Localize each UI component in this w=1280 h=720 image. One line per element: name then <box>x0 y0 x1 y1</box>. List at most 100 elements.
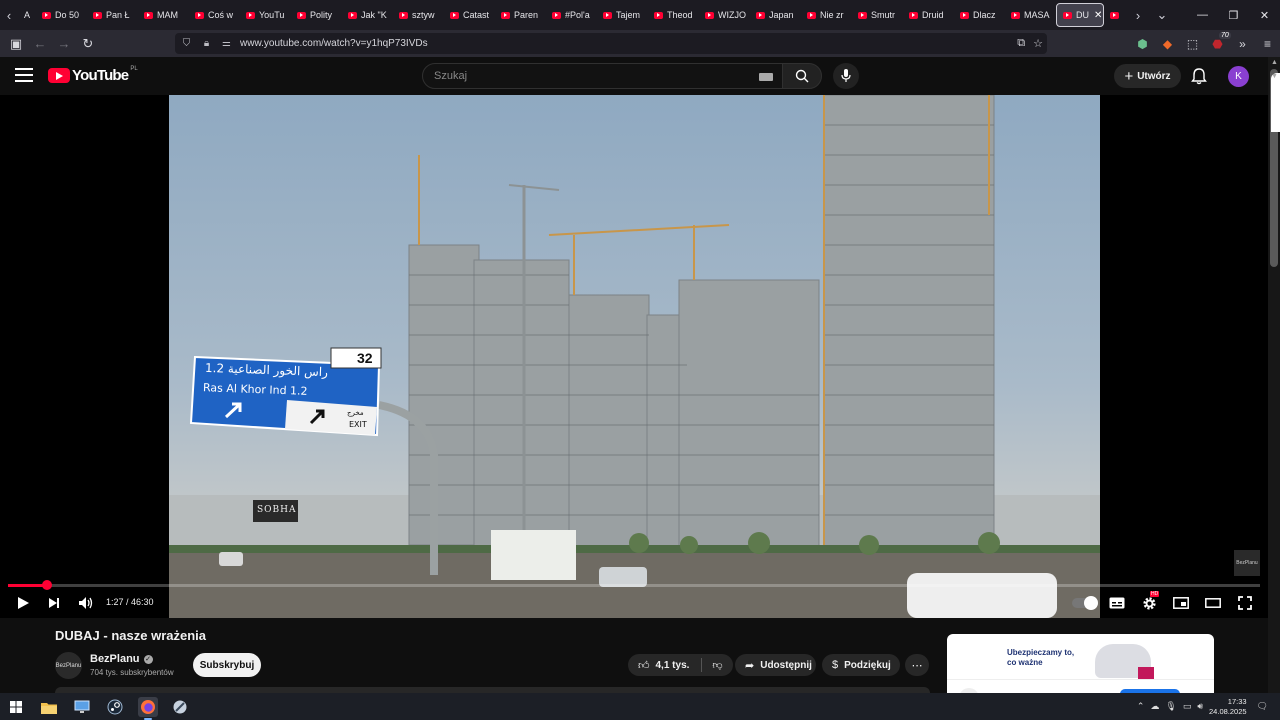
browser-tab[interactable]: Theod <box>648 3 699 27</box>
voice-search-button[interactable] <box>833 63 859 89</box>
sidebar-ad[interactable]: Ubezpieczamy to, co ważne <box>947 634 1214 693</box>
shield-extension-icon[interactable]: ⬢ <box>1130 37 1155 51</box>
tabs-scroll-left-icon[interactable]: ‹ <box>0 0 18 30</box>
video-frame[interactable]: راس الخور الصناعية 1.2 Ras Al Khor Ind 1… <box>169 95 1100 618</box>
page-scrollbar[interactable]: ▲ ▼ <box>1268 57 1280 693</box>
tray-overflow-icon[interactable]: ⌃ <box>1137 701 1145 712</box>
close-window-icon[interactable]: ✕ <box>1249 0 1280 30</box>
browser-tab-partial-right[interactable] <box>1104 3 1122 27</box>
settings-button[interactable]: HD <box>1139 591 1160 613</box>
browser-tab[interactable]: Paren <box>495 3 546 27</box>
tabs-scroll-right-icon[interactable]: › <box>1126 8 1150 23</box>
share-button[interactable]: ➦ Udostępnij <box>735 654 816 676</box>
scroll-down-icon[interactable]: ▼ <box>1271 73 1280 132</box>
progress-bar[interactable] <box>8 580 1260 590</box>
extensions-puzzle-icon[interactable]: ⬚ <box>1180 37 1205 51</box>
guide-menu-icon[interactable] <box>15 68 33 82</box>
browser-tab[interactable]: YouTu <box>240 3 291 27</box>
browser-tab[interactable]: Nie zr <box>801 3 852 27</box>
verified-check-icon: ✓ <box>143 654 153 664</box>
browser-tab[interactable]: Polity <box>291 3 342 27</box>
browser-tab[interactable]: Coś w <box>189 3 240 27</box>
subtitles-button[interactable] <box>1107 593 1127 613</box>
scroll-up-icon[interactable]: ▲ <box>1271 59 1278 66</box>
keyboard-icon[interactable] <box>759 73 773 81</box>
microphone-icon <box>841 69 851 82</box>
bookmark-star-icon[interactable]: ☆ <box>1033 37 1043 50</box>
browser-tab[interactable]: Do 50 <box>36 3 87 27</box>
remote-desktop-icon[interactable] <box>72 697 92 717</box>
channel-name[interactable]: BezPlanu <box>90 653 140 665</box>
tab-label: Polity <box>310 10 333 20</box>
youtube-logo[interactable]: YouTube PL <box>48 66 138 84</box>
browser-tab-active[interactable]: DU ✕ <box>1056 3 1104 27</box>
more-actions-button[interactable]: ⋯ <box>905 654 929 676</box>
start-windows-icon[interactable] <box>6 697 26 717</box>
browser-tab[interactable]: Catast <box>444 3 495 27</box>
browser-tab[interactable]: Japan <box>750 3 801 27</box>
search-button[interactable] <box>782 63 822 89</box>
autoplay-toggle[interactable] <box>1072 596 1098 610</box>
browser-tab[interactable]: MASA <box>1005 3 1056 27</box>
search-box[interactable]: Szukaj <box>422 63 783 89</box>
browser-tab[interactable]: #Pol'a <box>546 3 597 27</box>
tab-close-icon[interactable]: ✕ <box>1094 10 1102 21</box>
reload-icon[interactable]: ↻ <box>76 30 100 57</box>
thumbs-up-icon[interactable]: 👍︎ <box>638 659 650 672</box>
app-tool-icon[interactable] <box>170 697 190 717</box>
browser-tab[interactable]: Dlacz <box>954 3 1005 27</box>
browser-tab[interactable]: WIZJO <box>699 3 750 27</box>
picture-in-picture-icon[interactable]: ⧉ <box>1017 37 1025 50</box>
browser-tab[interactable]: Pan Ł <box>87 3 138 27</box>
thanks-button[interactable]: $ Podziękuj <box>822 654 900 676</box>
list-all-tabs-icon[interactable]: ⌄ <box>1150 7 1174 23</box>
like-count[interactable]: 4,1 tys. <box>656 660 690 671</box>
sidebar-toggle-icon[interactable]: ▣ <box>4 30 28 57</box>
theater-mode-button[interactable] <box>1203 593 1223 613</box>
browser-tab[interactable]: Smutr <box>852 3 903 27</box>
onedrive-icon[interactable]: ☁ <box>1150 701 1159 712</box>
firefox-icon[interactable] <box>138 697 158 720</box>
app-menu-icon[interactable]: ≡ <box>1255 37 1280 51</box>
channel-watermark[interactable]: BezPlanu <box>1234 550 1260 576</box>
lock-icon[interactable]: 🔒︎ <box>198 38 215 49</box>
steam-icon[interactable] <box>105 697 125 717</box>
fullscreen-button[interactable] <box>1235 593 1255 613</box>
video-player[interactable]: راس الخور الصناعية 1.2 Ras Al Khor Ind 1… <box>0 95 1268 618</box>
fox-extension-icon[interactable]: ◆ <box>1155 37 1180 51</box>
thumbs-down-icon[interactable]: 👎︎ <box>712 659 722 671</box>
restore-icon[interactable]: ❐ <box>1218 0 1249 30</box>
subscribe-button[interactable]: Subskrybuj <box>193 653 261 677</box>
url-text[interactable]: www.youtube.com/watch?v=y1hqP73IVDs <box>240 38 428 49</box>
browser-tab[interactable]: Tajem <box>597 3 648 27</box>
next-button[interactable] <box>44 593 64 613</box>
minimize-icon[interactable]: — <box>1187 0 1218 30</box>
account-avatar[interactable]: K <box>1228 66 1249 87</box>
address-bar[interactable]: ⛉ 🔒︎ ⚌ www.youtube.com/watch?v=y1hqP73IV… <box>175 33 1047 54</box>
microphone-tray-icon[interactable]: 🎙︎ <box>1165 701 1176 712</box>
browser-tab-partial[interactable]: A <box>18 3 36 27</box>
forward-icon[interactable]: → <box>52 30 76 57</box>
channel-name-row[interactable]: BezPlanu ✓ <box>90 653 153 665</box>
permissions-icon[interactable]: ⚌ <box>218 38 235 49</box>
browser-tab[interactable]: MAM <box>138 3 189 27</box>
channel-avatar[interactable]: BezPlanu <box>55 652 82 679</box>
clock[interactable]: 17:33 24.08.2025 <box>1209 697 1247 717</box>
tracking-shield-icon[interactable]: ⛉ <box>178 38 195 49</box>
miniplayer-button[interactable] <box>1171 593 1191 613</box>
back-icon[interactable]: ← <box>28 30 52 57</box>
create-button[interactable]: + Utwórz <box>1114 64 1181 88</box>
browser-tab[interactable]: Jak "K <box>342 3 393 27</box>
volume-button[interactable] <box>76 593 96 613</box>
file-explorer-icon[interactable] <box>39 697 59 717</box>
browser-tab[interactable]: sztyw <box>393 3 444 27</box>
tab-label: Pan Ł <box>106 10 130 20</box>
ublock-extension-icon[interactable]: ⬣ 70 <box>1205 31 1231 51</box>
browser-tab[interactable]: Druid <box>903 3 954 27</box>
network-icon[interactable]: ▭ <box>1183 701 1192 712</box>
play-button[interactable] <box>13 593 33 613</box>
speaker-icon[interactable]: 🔊︎ <box>1197 701 1203 712</box>
notifications-bell-icon[interactable] <box>1190 67 1208 85</box>
overflow-chevrons-icon[interactable]: » <box>1230 37 1255 51</box>
notifications-icon[interactable]: 🗨︎ <box>1257 701 1268 712</box>
